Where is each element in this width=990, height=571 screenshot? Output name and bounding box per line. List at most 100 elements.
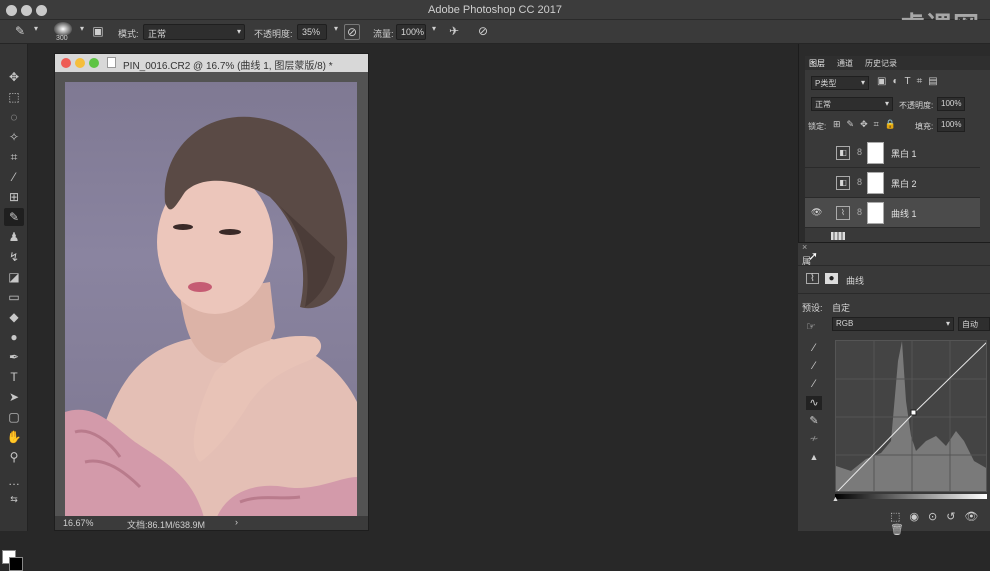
layer-mask-thumbnail[interactable] <box>867 142 884 164</box>
stamp-tool-icon[interactable]: ♟ <box>4 228 24 246</box>
preset-value[interactable]: 自定 <box>832 301 850 314</box>
hand-tool-icon[interactable]: ✋ <box>4 428 24 446</box>
blur-tool-icon[interactable]: ◆ <box>4 308 24 326</box>
pressure-size-icon[interactable]: ⊘ <box>475 24 491 40</box>
flow-label: 流量: <box>373 29 394 39</box>
brush-tool-icon[interactable]: ✎ <box>12 24 28 40</box>
curve-points-icon[interactable]: ∿ <box>806 396 822 410</box>
mode-label: 模式: <box>118 29 139 39</box>
history-brush-tool-icon[interactable]: ↯ <box>4 248 24 266</box>
document-tab[interactable]: PIN_0016.CR2 @ 16.7% (曲线 1, 图层蒙版/8) * <box>55 54 368 72</box>
link-icon[interactable]: 8 <box>857 147 862 157</box>
crop-tool-icon[interactable]: ⌗ <box>4 148 24 166</box>
type-tool-icon[interactable]: T <box>4 368 24 386</box>
mode-select[interactable]: 正常 ▾ <box>143 24 245 40</box>
close-document-button[interactable] <box>61 58 71 68</box>
airbrush-icon[interactable]: ✈ <box>446 24 462 40</box>
brush-preview-icon[interactable] <box>54 22 72 36</box>
channel-select[interactable]: RGB ▾ <box>832 317 954 331</box>
rectangle-tool-icon[interactable]: ▢ <box>4 408 24 426</box>
divider <box>798 293 990 294</box>
eyedropper-tool-icon[interactable]: ⁄ <box>4 168 24 186</box>
canvas-photo[interactable] <box>65 82 357 522</box>
chevron-down-icon[interactable]: ▾ <box>328 24 344 40</box>
layer-name: 黑白 1 <box>891 149 917 159</box>
black-point-eyedropper-icon[interactable]: ⁄ <box>806 342 822 356</box>
background-color-swatch[interactable] <box>9 557 23 571</box>
lock-icons[interactable]: ⊞✎✥⌗🔒 <box>833 119 902 130</box>
opacity-input[interactable]: 35% <box>297 24 327 40</box>
layer-filter-select[interactable]: P类型 ▾ <box>811 76 869 90</box>
scroll-thumb[interactable] <box>831 232 845 240</box>
curves-adjustment-icon: ⌇ <box>836 206 850 220</box>
smooth-curve-icon[interactable]: ≁ <box>806 432 822 446</box>
pencil-curve-icon[interactable]: ✎ <box>806 414 822 428</box>
document-status-bar: 16.67% 文档:86.1M/638.9M › <box>55 516 368 530</box>
eraser-tool-icon[interactable]: ◪ <box>4 268 24 286</box>
path-selection-tool-icon[interactable]: ➤ <box>4 388 24 406</box>
gray-point-eyedropper-icon[interactable]: ⁄ <box>806 360 822 374</box>
blend-mode-select[interactable]: 正常 ▾ <box>811 97 893 111</box>
marquee-tool-icon[interactable]: ⬚ <box>4 88 24 106</box>
chevron-down-icon: ▾ <box>945 319 950 328</box>
visibility-toggle[interactable] <box>811 147 821 157</box>
swap-colors-icon[interactable]: ⇆ <box>4 490 24 508</box>
link-icon[interactable]: 8 <box>857 207 862 217</box>
layer-mask-thumbnail[interactable] <box>867 202 884 224</box>
lasso-tool-icon[interactable]: ◌ <box>4 108 24 126</box>
gradient-tool-icon[interactable]: ▭ <box>4 288 24 306</box>
eye-icon[interactable]: 👁 <box>811 207 822 217</box>
curves-graph[interactable] <box>835 340 987 492</box>
opacity-label: 不透明度: <box>254 29 293 39</box>
tab-history[interactable]: 历史记录 <box>865 58 897 69</box>
mask-icon[interactable]: ● <box>825 273 838 284</box>
preset-label: 预设: <box>802 303 823 313</box>
chevron-down-icon: ▾ <box>884 99 889 108</box>
chevron-down-icon[interactable]: ▾ <box>28 24 44 40</box>
healing-brush-tool-icon[interactable]: ⊞ <box>4 188 24 206</box>
filter-icons[interactable]: ▣◐T⌗▤ <box>877 76 944 87</box>
blend-mode-value: 正常 <box>815 100 831 109</box>
move-tool-icon[interactable]: ✥ <box>4 68 24 86</box>
layer-mask-thumbnail[interactable] <box>867 172 884 194</box>
black-slider-icon[interactable]: ▲ <box>832 496 839 503</box>
pressure-opacity-icon[interactable]: ⊘ <box>344 24 360 40</box>
zoom-readout[interactable]: 16.67% <box>63 518 94 528</box>
auto-button[interactable]: 自动 <box>958 317 990 331</box>
pen-tool-icon[interactable]: ✒ <box>4 348 24 366</box>
chevron-down-icon[interactable]: ▾ <box>426 24 442 40</box>
zoom-tool-icon[interactable]: ⚲ <box>4 448 24 466</box>
more-tools-icon[interactable]: … <box>4 472 24 490</box>
chevron-down-icon[interactable]: ▾ <box>74 24 90 40</box>
close-panel-icon[interactable]: × <box>802 242 807 252</box>
dodge-tool-icon[interactable]: ● <box>4 328 24 346</box>
zoom-document-button[interactable] <box>89 58 99 68</box>
tab-layers[interactable]: 图层 <box>809 58 825 69</box>
title-bar: Adobe Photoshop CC 2017 <box>0 0 990 20</box>
brush-tool-icon[interactable]: ✎ <box>4 208 24 226</box>
output-gradient-bar <box>835 494 987 499</box>
document-icon <box>107 57 116 68</box>
adjustment-name: 曲线 <box>846 276 865 286</box>
brush-settings-icon[interactable]: ▣ <box>90 24 106 40</box>
layer-opacity-input[interactable]: 100% <box>937 97 965 111</box>
target-adjust-icon[interactable]: ☞ <box>806 320 816 333</box>
layer-row[interactable]: ◧ 8 黑白 2 <box>805 168 980 198</box>
filter-label: P类型 <box>815 79 837 88</box>
chevron-right-icon[interactable]: › <box>235 517 238 527</box>
clipping-warning-icon[interactable]: ▲ <box>806 452 822 466</box>
chevron-down-icon: ▾ <box>860 78 865 87</box>
magic-wand-tool-icon[interactable]: ✧ <box>4 128 24 146</box>
fill-input[interactable]: 100% <box>937 118 965 132</box>
white-point-eyedropper-icon[interactable]: ⁄ <box>806 378 822 392</box>
link-icon[interactable]: 8 <box>857 177 862 187</box>
flow-input[interactable]: 100% <box>396 24 426 40</box>
divider <box>798 265 990 266</box>
tools-panel: ✥ ⬚ ◌ ✧ ⌗ ⁄ ⊞ ✎ ♟ ↯ ◪ ▭ ◆ ● ✒ T ➤ ▢ ✋ ⚲ … <box>0 44 28 571</box>
visibility-toggle[interactable] <box>811 177 821 187</box>
layer-row[interactable]: ◧ 8 黑白 1 <box>805 138 980 168</box>
minimize-document-button[interactable] <box>75 58 85 68</box>
properties-footer-icons[interactable]: ⬚◉⊙↺👁🗑 <box>890 510 990 536</box>
layer-row[interactable]: 👁 ⌇ 8 曲线 1 <box>805 198 980 228</box>
tab-channels[interactable]: 通道 <box>837 58 853 69</box>
